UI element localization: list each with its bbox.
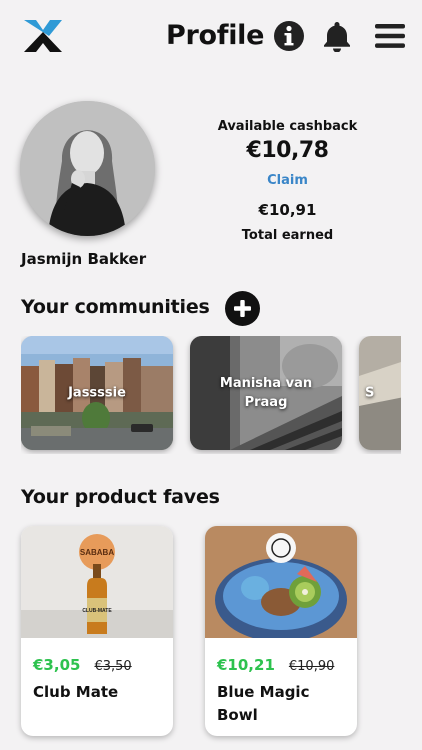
community-card[interactable]: Manisha van Praag	[190, 336, 342, 450]
product-card[interactable]: €10,21 €10,90 Blue Magic Bowl	[205, 526, 357, 736]
product-image	[205, 526, 357, 638]
price-original: €10,90	[288, 659, 335, 674]
price-current: €10,21	[217, 656, 275, 674]
product-name: Club Mate	[33, 683, 119, 701]
price-row: €3,05 €3,50	[33, 656, 132, 674]
communities-title: Your communities	[21, 296, 210, 318]
avatar[interactable]	[20, 101, 155, 236]
total-earned-label: Total earned	[241, 228, 334, 243]
communities-list[interactable]: Jassssie Manisha van Praag S	[21, 336, 401, 454]
product-faves-title: Your product faves	[21, 486, 220, 508]
price-current: €3,05	[33, 656, 81, 674]
product-name: Blue Magic Bowl	[217, 683, 310, 724]
sababa-logo: SABABA	[80, 548, 114, 557]
available-cashback-label: Available cashback	[217, 119, 358, 134]
page-title: Profile	[166, 20, 265, 51]
plus-icon	[234, 300, 251, 317]
available-cashback-value: €10,78	[246, 138, 329, 163]
price-row: €10,21 €10,90	[217, 656, 334, 674]
info-icon[interactable]	[273, 20, 305, 52]
product-card[interactable]: SABABA CLUB-MATE €3,05 €3,50 Club Mate	[21, 526, 173, 736]
user-name: Jasmijn Bakker	[21, 250, 147, 268]
menu-icon[interactable]	[374, 20, 406, 52]
community-label: Jassssie	[68, 385, 126, 401]
bell-icon[interactable]	[321, 20, 353, 52]
logo-icon[interactable]	[22, 18, 64, 54]
community-label: Manisha van Praag	[219, 376, 313, 410]
total-earned-value: €10,91	[258, 201, 317, 219]
claim-button[interactable]: Claim	[205, 173, 370, 188]
bottle-label: CLUB-MATE	[82, 608, 112, 614]
community-card[interactable]: Jassssie	[21, 336, 173, 450]
product-image: SABABA CLUB-MATE	[21, 526, 173, 638]
add-community-button[interactable]	[225, 291, 260, 326]
price-original: €3,50	[94, 659, 132, 674]
community-card[interactable]: S	[359, 336, 401, 450]
community-label: S	[365, 385, 375, 401]
